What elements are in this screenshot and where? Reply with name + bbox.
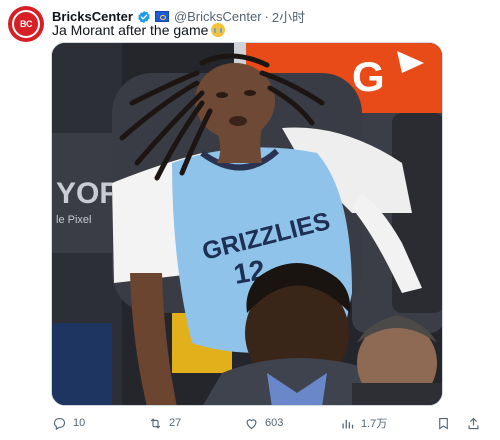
tweet-actions-bar: 10 27 603 1.7万 bbox=[52, 414, 488, 434]
retweet-action[interactable]: 27 bbox=[148, 414, 181, 432]
retweet-icon bbox=[150, 417, 161, 429]
crying-face-emoji-icon bbox=[211, 23, 226, 37]
separator-dot: · bbox=[264, 9, 269, 24]
arena-sign-text: YOF bbox=[56, 177, 118, 210]
bookmark-icon bbox=[439, 417, 448, 430]
gatorade-logo-text: G bbox=[352, 53, 385, 100]
post-time[interactable]: 2小时 bbox=[272, 7, 305, 26]
like-count: 603 bbox=[265, 417, 284, 429]
arena-sign-subtext: le Pixel bbox=[56, 214, 91, 226]
like-action[interactable]: 603 bbox=[244, 414, 283, 432]
avatar-logo: BC bbox=[12, 10, 40, 38]
reply-icon bbox=[53, 417, 66, 430]
share-action[interactable] bbox=[466, 414, 487, 432]
photo-ja-morant: YOF le Pixel G GRIZZLIES 12 bbox=[52, 43, 442, 405]
tweet-media-image[interactable]: YOF le Pixel G GRIZZLIES 12 bbox=[51, 42, 443, 406]
tweet-text-content: Ja Morant after the game bbox=[52, 22, 209, 38]
views-action[interactable]: 1.7万 bbox=[340, 414, 387, 432]
heart-icon bbox=[246, 418, 257, 429]
reply-count: 10 bbox=[73, 417, 86, 429]
bookmark-action[interactable] bbox=[436, 414, 457, 432]
views-count: 1.7万 bbox=[361, 418, 388, 430]
flag-icon bbox=[154, 11, 169, 22]
avatar[interactable]: BC bbox=[8, 6, 44, 42]
views-chart-icon bbox=[342, 419, 354, 428]
reply-action[interactable]: 10 bbox=[52, 414, 85, 432]
retweet-count: 27 bbox=[169, 417, 182, 429]
share-icon bbox=[468, 417, 479, 429]
tweet-text: Ja Morant after the game bbox=[52, 22, 226, 38]
